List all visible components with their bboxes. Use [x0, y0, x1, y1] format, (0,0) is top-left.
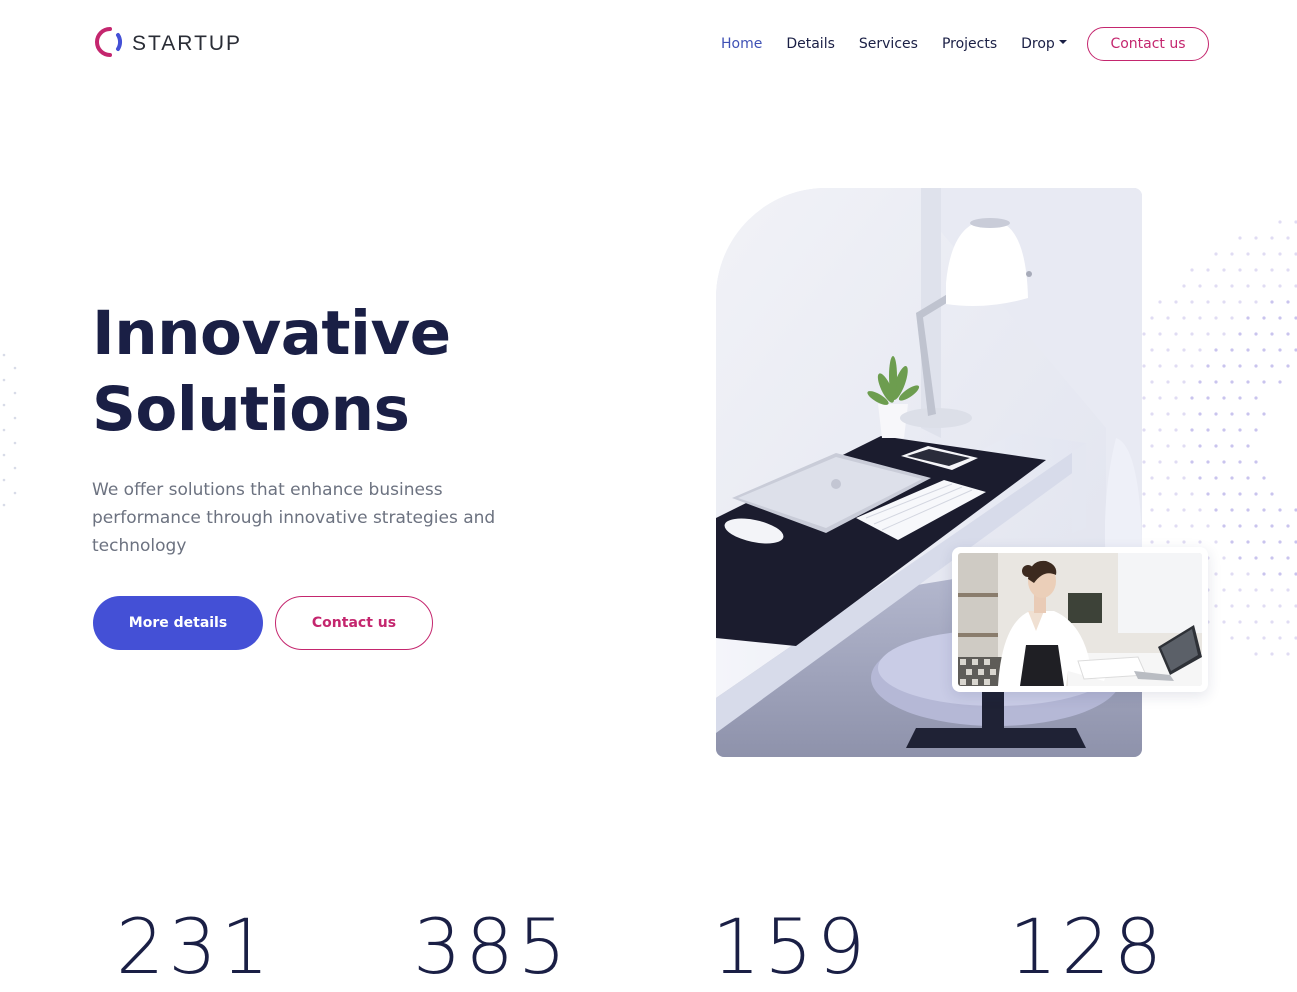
stat-value-1: 231	[116, 902, 274, 991]
nav-item-drop-label: Drop	[1021, 36, 1055, 52]
hero-title-line-2: Solutions	[92, 374, 410, 445]
hero-title: Innovative Solutions	[92, 296, 451, 448]
nav-item-details[interactable]: Details	[786, 33, 835, 55]
nav-contact-button[interactable]: Contact us	[1087, 27, 1209, 61]
hero-description: We offer solutions that enhance business…	[92, 480, 496, 556]
dot-pattern-left	[2, 353, 17, 507]
nav-item-home[interactable]: Home	[721, 33, 762, 55]
stat-value-3: 159	[712, 902, 870, 991]
hero-title-line-1: Innovative	[92, 298, 451, 369]
woman-working-laptop-photo	[952, 547, 1208, 692]
nav-item-drop[interactable]: Drop	[1021, 33, 1067, 55]
more-details-button[interactable]: More details	[93, 596, 263, 650]
stat-value-2: 385	[413, 902, 571, 991]
brand-name: STARTUP	[132, 32, 243, 55]
brand-logo[interactable]: STARTUP	[92, 27, 242, 61]
stat-value-4: 128	[1009, 902, 1167, 991]
ring-logo-icon	[92, 25, 124, 63]
nav-item-services[interactable]: Services	[859, 33, 918, 55]
nav-item-projects[interactable]: Projects	[942, 33, 997, 55]
hero-contact-button[interactable]: Contact us	[275, 596, 433, 650]
caret-down-icon	[1058, 40, 1067, 44]
main-nav: Home Details Services Projects Drop	[721, 33, 1067, 55]
